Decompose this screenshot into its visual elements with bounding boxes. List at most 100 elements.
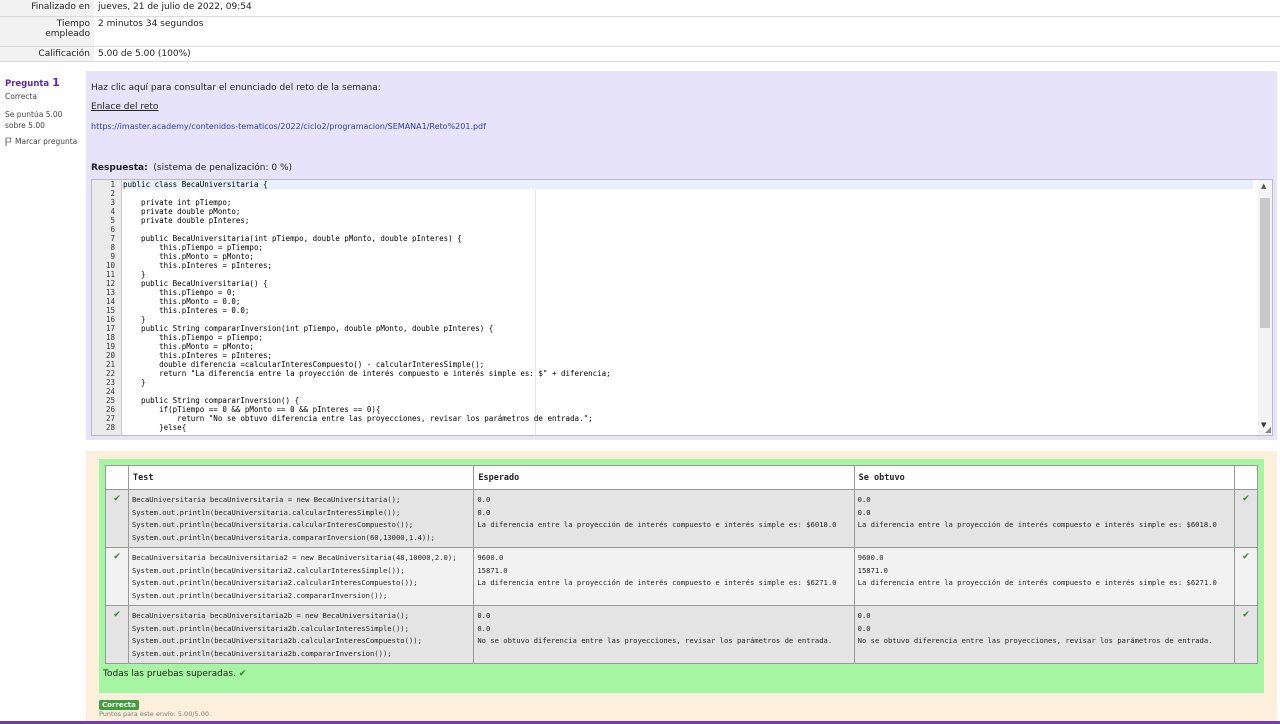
line-number: 2 bbox=[110, 189, 115, 198]
got-line: No se obtuvo diferencia entre las proyec… bbox=[857, 636, 1213, 645]
grade-label: Calificación bbox=[0, 46, 94, 62]
line-number: 26 bbox=[105, 405, 115, 414]
test-line: System.out.println(becaUniversitaria2.ca… bbox=[131, 565, 405, 575]
code-line[interactable]: public BecaUniversitaria(int pTiempo, do… bbox=[123, 234, 1253, 243]
scrollbar-thumb[interactable] bbox=[1260, 198, 1270, 328]
col-status-right bbox=[1233, 465, 1259, 490]
code-editor[interactable]: 1 2 3 4 5 6 7 8 9 10 11 12 13 14 15 16 17 18 19 20 21 22 23 24 2… bbox=[91, 179, 1273, 436]
code-line[interactable]: } bbox=[123, 315, 1253, 324]
code-line[interactable]: public String compararInversion(int pTie… bbox=[123, 324, 1253, 333]
finished-label: Finalizado en bbox=[0, 0, 94, 17]
editor-code[interactable]: public class BecaUniversitaria { private… bbox=[123, 180, 1253, 432]
editor-gutter: 1 2 3 4 5 6 7 8 9 10 11 12 13 14 15 16 17 18 19 20 21 22 23 24 2… bbox=[92, 180, 122, 435]
line-number: 15 bbox=[105, 306, 115, 315]
got-line: 9600.0 bbox=[857, 553, 884, 562]
test-line: System.out.println(becaUniversitaria2b.c… bbox=[131, 648, 392, 658]
code-line[interactable]: this.pTiempo = 0; bbox=[123, 288, 1253, 297]
question-number: Pregunta 1 bbox=[5, 76, 60, 89]
line-number: 25 bbox=[105, 396, 115, 405]
test-row: ✔ BecaUniversitaria becaUniversitaria2b =… bbox=[105, 605, 1259, 664]
line-number: 7 bbox=[110, 234, 115, 243]
time-label: Tiempo empleado bbox=[0, 16, 94, 47]
col-test: Test bbox=[127, 465, 475, 490]
line-number: 1 bbox=[110, 180, 115, 189]
line-number: 8 bbox=[110, 243, 115, 252]
expected-line: 0.0 bbox=[477, 495, 491, 504]
code-line[interactable]: public BecaUniversitaria() { bbox=[123, 279, 1253, 288]
line-number: 5 bbox=[110, 216, 115, 225]
finished-value: jueves, 21 de julio de 2022, 09:54 bbox=[94, 0, 1280, 17]
col-status bbox=[105, 465, 129, 490]
line-number: 12 bbox=[105, 279, 115, 288]
code-line[interactable]: this.pInteres = pInteres; bbox=[123, 261, 1253, 270]
line-number: 24 bbox=[105, 387, 115, 396]
code-line[interactable]: public String compararInversion() { bbox=[123, 396, 1253, 405]
code-line[interactable]: this.pMonto = 0.0; bbox=[123, 297, 1253, 306]
code-line[interactable]: private double pInteres; bbox=[123, 216, 1253, 225]
cell-expected: 9600.0 15871.0 La diferencia entre la proy… bbox=[473, 547, 855, 606]
expected-line: La diferencia entre la proyección de int… bbox=[477, 578, 837, 587]
test-line: System.out.println(becaUniversitaria2.ca… bbox=[131, 578, 418, 587]
got-line: 0.0 bbox=[857, 611, 871, 620]
code-line[interactable]: this.pTiempo = pTiempo; bbox=[123, 333, 1253, 342]
scroll-up-icon[interactable]: ▲ bbox=[1261, 182, 1266, 190]
line-number: 19 bbox=[105, 342, 115, 351]
line-number: 9 bbox=[110, 252, 115, 261]
code-line[interactable]: this.pTiempo = pTiempo; bbox=[123, 243, 1253, 252]
correct-badge: Correcta bbox=[99, 700, 139, 710]
line-number: 17 bbox=[105, 324, 115, 333]
question-grade: Se puntúa 5.00 sobre 5.00 bbox=[5, 110, 63, 130]
expected-line: La diferencia entre la proyección de int… bbox=[477, 520, 837, 529]
code-line[interactable]: public class BecaUniversitaria { bbox=[123, 180, 1253, 189]
cell-got: 0.0 0.0 La diferencia entre la proyección … bbox=[853, 489, 1235, 548]
code-line[interactable]: this.pInteres = pInteres; bbox=[123, 351, 1253, 360]
all-passed-message: Todas las pruebas superadas. ✔ bbox=[103, 669, 247, 679]
flag-icon bbox=[5, 137, 12, 146]
answer-label: Respuesta: (sistema de penalización: 0 %… bbox=[91, 163, 293, 173]
code-line[interactable]: double diferencia =calcularInteresCompue… bbox=[123, 360, 1253, 369]
resize-handle-icon[interactable]: ◢ bbox=[1265, 425, 1271, 434]
test-line: System.out.println(becaUniversitaria.com… bbox=[131, 532, 435, 542]
time-value: 2 minutos 34 segundos bbox=[94, 16, 1280, 47]
challenge-url-link[interactable]: https://imaster.academy/contenidos-temat… bbox=[91, 122, 486, 131]
got-line: 0.0 bbox=[857, 495, 871, 504]
code-line[interactable]: if(pTiempo == 0 && pMonto == 0 && pInter… bbox=[123, 405, 1253, 414]
test-line: System.out.println(becaUniversitaria2.co… bbox=[131, 590, 388, 600]
test-line: System.out.println(becaUniversitaria.cal… bbox=[131, 507, 401, 517]
code-line[interactable]: private double pMonto; bbox=[123, 207, 1253, 216]
code-line[interactable]: } bbox=[123, 270, 1253, 279]
code-line[interactable]: return "No se obtuvo diferencia entre la… bbox=[123, 414, 1253, 423]
editor-scrollbar[interactable]: ▲ ▼ bbox=[1258, 180, 1272, 435]
code-line[interactable]: return "La diferencia entre la proyecció… bbox=[123, 369, 1253, 378]
test-line: System.out.println(becaUniversitaria.cal… bbox=[131, 520, 414, 529]
code-line[interactable]: this.pMonto = pMonto; bbox=[123, 342, 1253, 351]
code-line[interactable]: }else{ bbox=[123, 423, 1253, 432]
line-number: 10 bbox=[105, 261, 115, 270]
code-line[interactable]: this.pInteres = 0.0; bbox=[123, 306, 1253, 315]
line-number: 28 bbox=[105, 423, 115, 432]
challenge-link[interactable]: Enlace del reto bbox=[91, 102, 158, 112]
got-line: 0.0 bbox=[857, 507, 871, 517]
line-number: 16 bbox=[105, 315, 115, 324]
code-line[interactable] bbox=[123, 189, 1253, 198]
code-line[interactable]: private int pTiempo; bbox=[123, 198, 1253, 207]
line-number: 22 bbox=[105, 369, 115, 378]
code-line[interactable] bbox=[123, 387, 1253, 396]
code-line[interactable] bbox=[123, 225, 1253, 234]
test-line: BecaUniversitaria becaUniversitaria = ne… bbox=[131, 495, 401, 504]
code-line[interactable]: this.pMonto = pMonto; bbox=[123, 252, 1253, 261]
line-number: 4 bbox=[110, 207, 115, 216]
cell-test: BecaUniversitaria becaUniversitaria = ne… bbox=[127, 489, 475, 548]
check-icon: ✔ bbox=[105, 547, 129, 606]
results-panel: Test Esperado Se obtuvo ✔ BecaUniversitar… bbox=[86, 451, 1277, 724]
line-number: 18 bbox=[105, 333, 115, 342]
flag-question-button[interactable]: Marcar pregunta bbox=[5, 137, 85, 146]
cell-test: BecaUniversitaria becaUniversitaria2b = … bbox=[127, 605, 475, 664]
expected-line: 0.0 bbox=[477, 623, 491, 633]
col-got: Se obtuvo bbox=[853, 465, 1235, 490]
check-icon: ✔ bbox=[1233, 547, 1259, 606]
got-line: La diferencia entre la proyección de int… bbox=[857, 578, 1217, 587]
code-line[interactable]: } bbox=[123, 378, 1253, 387]
expected-line: 0.0 bbox=[477, 611, 491, 620]
grade-value: 5.00 de 5.00 (100%) bbox=[94, 46, 1280, 62]
